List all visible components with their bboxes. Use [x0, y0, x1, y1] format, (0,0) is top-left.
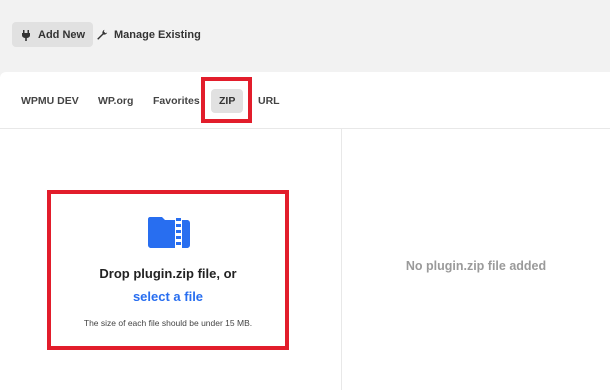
- top-toolbar: Add New Manage Existing: [0, 0, 610, 72]
- tab-label: WP.org: [98, 95, 134, 107]
- manage-existing-button[interactable]: Manage Existing: [88, 22, 209, 47]
- tab-wp-org[interactable]: WP.org: [90, 89, 141, 113]
- drop-instruction: Drop plugin.zip file, or: [99, 266, 237, 281]
- add-new-label: Add New: [38, 28, 86, 41]
- tab-wpmu-dev[interactable]: WPMU DEV: [13, 89, 87, 113]
- zip-dropzone[interactable]: Drop plugin.zip file, or select a file T…: [47, 190, 289, 350]
- zip-folder-icon: [147, 211, 191, 249]
- tab-zip[interactable]: ZIP: [211, 89, 244, 113]
- add-new-button[interactable]: Add New: [12, 22, 94, 47]
- tab-url[interactable]: URL: [250, 89, 288, 113]
- select-file-link[interactable]: select a file: [51, 289, 285, 304]
- tab-favorites[interactable]: Favorites: [145, 89, 208, 113]
- plug-icon: [20, 29, 32, 41]
- tab-label: URL: [258, 95, 280, 107]
- tab-label: Favorites: [153, 95, 200, 107]
- wrench-icon: [96, 29, 108, 41]
- zip-upload-content: Drop plugin.zip file, or select a file T…: [0, 129, 610, 390]
- tab-label: ZIP: [219, 95, 236, 107]
- source-tabs: WPMU DEV WP.org Favorites ZIP URL: [0, 72, 610, 129]
- file-size-note: The size of each file should be under 15…: [83, 318, 253, 328]
- tab-label: WPMU DEV: [21, 95, 79, 107]
- no-file-message: No plugin.zip file added: [405, 259, 547, 273]
- plugin-installer-page: Add New Manage Existing WPMU DEV WP.org …: [0, 0, 610, 390]
- manage-existing-label: Manage Existing: [114, 28, 201, 41]
- installer-card: WPMU DEV WP.org Favorites ZIP URL Drop p…: [0, 72, 610, 390]
